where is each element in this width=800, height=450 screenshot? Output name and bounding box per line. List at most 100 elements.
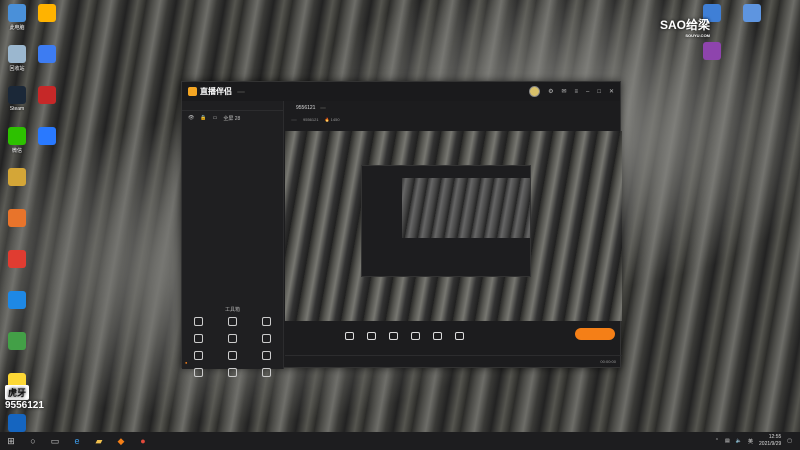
left-panel: 👁 🔒 ▭ 全屏 28 工具箱	[182, 101, 284, 377]
lock-icon[interactable]: 🔒	[200, 115, 206, 122]
nested-preview	[402, 178, 530, 238]
desktop-icon[interactable]	[0, 209, 34, 229]
tool-icon	[261, 351, 271, 360]
scene-item[interactable]: 👁 🔒 ▭ 全屏 28	[182, 111, 283, 126]
tools-title: 工具箱	[224, 307, 240, 313]
tool-item[interactable]	[249, 317, 283, 328]
tool-item[interactable]	[182, 334, 216, 345]
close-icon[interactable]: ✕	[609, 88, 614, 95]
desktop-icon[interactable]	[0, 332, 34, 352]
tool-icon	[194, 334, 204, 343]
start-live-button[interactable]	[575, 328, 615, 340]
control-button[interactable]	[455, 331, 464, 341]
tool-icon	[261, 334, 271, 343]
system-tray: ⌃ ▤ 🔈 英 12:55 2021/9/29 ▢	[715, 434, 800, 448]
toolbox-grid	[182, 317, 283, 379]
edit-button[interactable]	[320, 106, 327, 109]
live-app-taskbar-icon[interactable]: ◆	[110, 432, 132, 450]
avatar[interactable]	[529, 86, 541, 97]
tool-item[interactable]	[249, 334, 283, 345]
brand-logo: 虎牙	[5, 385, 30, 400]
room-info-row: 9556121	[285, 101, 620, 114]
control-bar	[285, 325, 622, 347]
control-button[interactable]	[345, 331, 354, 341]
clock[interactable]: 12:55 2021/9/29	[759, 434, 781, 448]
notification-icon[interactable]: ▢	[787, 438, 792, 444]
nested-taskbar	[362, 269, 530, 276]
tool-item[interactable]	[182, 317, 216, 328]
app-icon	[8, 127, 26, 145]
desktop-icon-label: 此电脑	[9, 25, 25, 31]
app-logo: 直播伴侣	[188, 86, 232, 97]
desktop-icon[interactable]	[0, 291, 34, 311]
watermark-room-id: 9556121	[303, 117, 319, 122]
room-id: 9556121	[296, 104, 316, 111]
tray-up-icon[interactable]: ⌃	[715, 438, 719, 444]
desktop-icon[interactable]	[30, 45, 64, 65]
taskbar: ⊞ ○ ▭ e ▰ ◆ ● ⌃ ▤ 🔈 英 12:55 2021/9/29 ▢	[0, 432, 800, 450]
app-icon	[8, 209, 26, 227]
display-icon: ▭	[212, 115, 218, 121]
stream-preview[interactable]	[285, 131, 622, 321]
app-logo-icon	[188, 87, 197, 96]
app-icon	[8, 250, 26, 268]
desktop-icon[interactable]	[0, 414, 34, 434]
room-meta-row: 9556121 🔥 1450	[285, 114, 620, 125]
tool-item[interactable]	[216, 368, 250, 379]
app-icon	[8, 291, 26, 309]
tool-icon	[227, 351, 237, 360]
folder-icon[interactable]: ▰	[88, 432, 110, 450]
desktop-icon[interactable]: 微信	[0, 127, 34, 154]
eye-icon[interactable]: 👁	[188, 115, 194, 122]
settings-icon[interactable]: ⚙	[548, 88, 553, 95]
volume-icon[interactable]: 🔈	[736, 438, 742, 444]
task-view-icon[interactable]: ▭	[44, 432, 66, 450]
tool-item[interactable]	[249, 368, 283, 379]
control-button[interactable]	[411, 331, 420, 341]
hot-count: 🔥 1450	[324, 117, 340, 122]
desktop-icon[interactable]	[695, 42, 729, 62]
version-badge[interactable]	[237, 90, 245, 93]
control-icon	[389, 331, 398, 340]
app-icon	[743, 4, 761, 22]
tool-item[interactable]	[216, 334, 250, 345]
search-icon[interactable]: ○	[22, 432, 44, 450]
edge-icon[interactable]: e	[66, 432, 88, 450]
category-select[interactable]	[291, 118, 297, 121]
tool-icon	[261, 317, 271, 326]
desktop-icon[interactable]: 回收站	[0, 45, 34, 72]
desktop-icon[interactable]	[30, 86, 64, 106]
tool-item[interactable]	[182, 368, 216, 379]
desktop-icon[interactable]	[30, 127, 64, 147]
tool-icon	[261, 368, 271, 377]
control-icon	[433, 331, 442, 340]
minimize-icon[interactable]: –	[586, 89, 589, 95]
browser-icon[interactable]: ●	[132, 432, 154, 450]
desktop-icon[interactable]	[735, 4, 769, 24]
message-icon[interactable]: ✉	[561, 88, 566, 95]
ime-icon[interactable]: 英	[748, 438, 753, 445]
control-button[interactable]	[367, 331, 376, 341]
desktop-icon[interactable]	[0, 168, 34, 188]
desktop-icon[interactable]: 此电脑	[0, 4, 34, 31]
desktop-icon-label: 回收站	[9, 66, 25, 72]
menu-icon[interactable]: ≡	[574, 89, 578, 95]
desktop-icon[interactable]	[0, 250, 34, 270]
control-button[interactable]	[433, 331, 442, 341]
tool-icon	[194, 368, 204, 377]
tool-item[interactable]	[216, 317, 250, 328]
desktop-icon-label: Steam	[9, 106, 25, 112]
nested-preview-window	[361, 165, 531, 277]
network-icon[interactable]: ▤	[725, 438, 730, 444]
status-timer: 00:00:00	[600, 359, 616, 364]
notice-bar: ●	[185, 360, 395, 365]
app-icon	[8, 168, 26, 186]
start-icon[interactable]: ⊞	[0, 432, 22, 450]
desktop-icon-label: 微信	[11, 148, 22, 154]
maximize-icon[interactable]: □	[597, 89, 601, 95]
desktop-icon[interactable]: Steam	[0, 86, 34, 112]
desktop-icon[interactable]	[30, 4, 64, 24]
tool-icon	[227, 368, 237, 377]
control-button[interactable]	[389, 331, 398, 341]
app-icon	[38, 4, 56, 22]
